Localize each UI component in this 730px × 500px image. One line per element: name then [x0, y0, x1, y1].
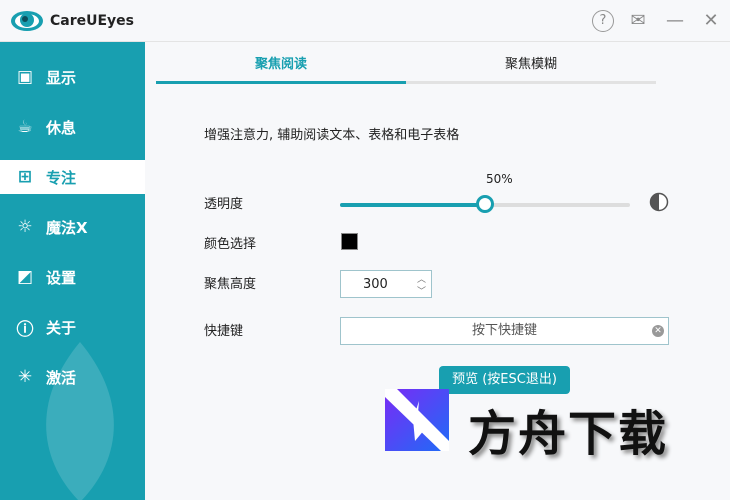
color-picker-swatch[interactable]: [341, 233, 358, 250]
eye-logo-icon: [11, 11, 43, 31]
sun-icon: ☼: [17, 217, 33, 237]
chevron-down-icon[interactable]: ﹀: [417, 284, 426, 297]
focus-height-label: 聚焦高度: [204, 277, 257, 292]
watermark-text: 方舟下载: [468, 406, 669, 462]
feedback-mail-icon[interactable]: ✉: [627, 10, 649, 32]
sidebar-item-label: 魔法X: [46, 218, 88, 237]
sidebar-item-label: 设置: [46, 268, 77, 287]
close-button[interactable]: ✕: [700, 10, 722, 32]
sidebar-item-3[interactable]: ☼ 魔法X: [0, 210, 145, 244]
sidebar-item-label: 休息: [46, 118, 77, 137]
sidebar-item-2[interactable]: ⊞ 专注: [0, 160, 145, 194]
hotkey-placeholder: 按下快捷键: [471, 323, 537, 338]
coffee-icon: ☕: [17, 117, 33, 137]
description: 增强注意力, 辅助阅读文本、表格和电子表格: [204, 128, 460, 143]
clear-icon[interactable]: ✕: [652, 325, 664, 337]
watermark-logo-icon: [385, 389, 449, 451]
opacity-label: 透明度: [204, 197, 244, 212]
info-icon: ⓘ: [16, 319, 34, 340]
sidebar-item-4[interactable]: ◩ 设置: [0, 260, 145, 294]
tab-bar: 聚焦阅读 聚焦模糊: [156, 50, 656, 84]
focus-height-stepper[interactable]: 300 ︿ ﹀: [340, 270, 432, 298]
hotkey-label: 快捷键: [204, 324, 244, 339]
sidebar-item-5[interactable]: ⓘ 关于: [0, 310, 145, 344]
focus-height-value: 300: [363, 276, 388, 292]
hotkey-input[interactable]: 按下快捷键 ✕: [340, 317, 669, 345]
sidebar: ▣ 显示 ☕ 休息 ⊞ 专注 ☼ 魔法X ◩ 设置 ⓘ 关于 ✳ 激活: [0, 42, 145, 500]
tab-indicator-active: [156, 81, 406, 84]
sidebar-item-label: 显示: [46, 68, 77, 87]
opacity-value: 50%: [486, 172, 513, 186]
settings-icon: ◩: [16, 267, 34, 287]
monitor-icon: ▣: [16, 67, 34, 87]
opacity-slider-fill: [340, 203, 485, 207]
preview-button[interactable]: 预览 (按ESC退出): [439, 366, 570, 394]
opacity-slider-handle[interactable]: [476, 195, 494, 213]
tab-focus-reading[interactable]: 聚焦阅读: [156, 50, 406, 82]
tab-indicator: [406, 81, 656, 84]
sidebar-item-label: 激活: [46, 368, 77, 387]
sidebar-item-6[interactable]: ✳ 激活: [0, 360, 145, 394]
windows-icon: ⊞: [17, 167, 33, 187]
tab-focus-blur[interactable]: 聚焦模糊: [406, 50, 656, 82]
app-title: CareUEyes: [50, 13, 135, 29]
sparkle-icon: ✳: [17, 367, 33, 387]
sidebar-item-1[interactable]: ☕ 休息: [0, 110, 145, 144]
title-bar: CareUEyes ? ✉ — ✕: [0, 0, 730, 42]
contrast-icon: [649, 192, 669, 212]
sidebar-item-0[interactable]: ▣ 显示: [0, 60, 145, 94]
sidebar-item-label: 关于: [46, 318, 77, 337]
minimize-button[interactable]: —: [664, 10, 686, 32]
color-label: 颜色选择: [204, 237, 257, 252]
help-icon[interactable]: ?: [592, 10, 614, 32]
sidebar-item-label: 专注: [46, 168, 77, 187]
